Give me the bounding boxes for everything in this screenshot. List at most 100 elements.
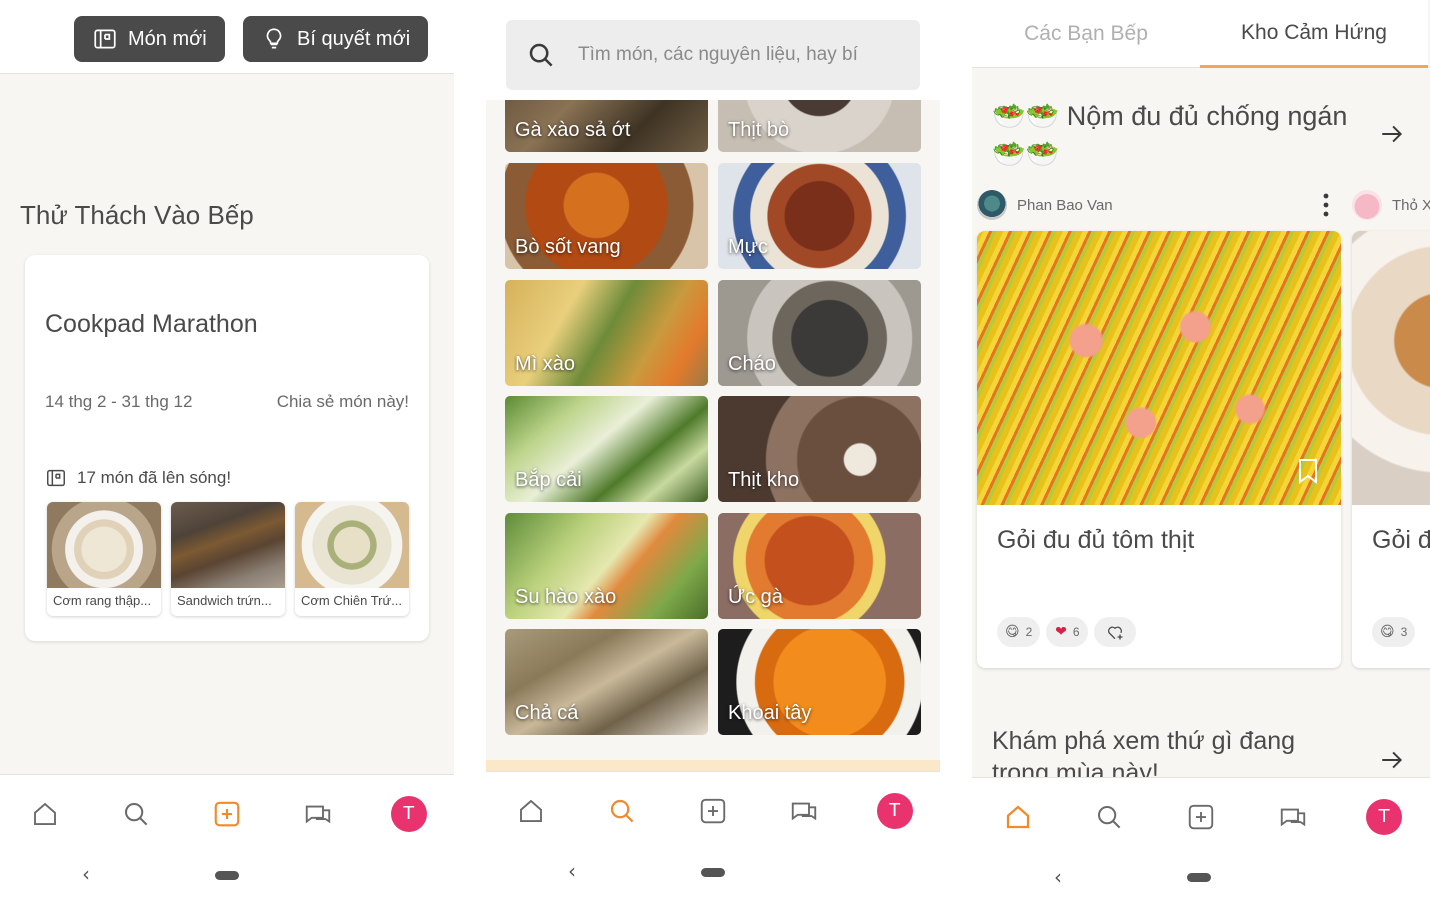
tile-label: Bò sốt vang	[515, 236, 621, 258]
back-icon[interactable]: ‹	[1054, 865, 1062, 889]
profile-tab[interactable]: T	[871, 787, 919, 835]
tile-label: Thịt bò	[728, 119, 790, 141]
bottom-nav: T	[0, 774, 454, 852]
author-name: Phan Bao Van	[1017, 196, 1113, 214]
egg-fried-rice-photo	[295, 502, 409, 588]
home-icon	[1006, 805, 1029, 828]
bottom-nav: T	[486, 771, 940, 849]
create-tab[interactable]	[203, 790, 251, 838]
arrow-right-icon[interactable]	[1379, 121, 1405, 147]
ingredient-tile[interactable]: Ức gà	[718, 513, 921, 619]
thumbnail-list: Cơm rang thập... Sandwich trứn... Cơm Ch…	[47, 502, 409, 616]
recipe-card[interactable]: Gỏi đu đủ tôm thịt 😋 2 ❤ 6	[977, 231, 1341, 668]
ingredient-tile[interactable]: Su hào xào	[505, 513, 708, 619]
tile-label: Bắp cải	[515, 469, 582, 491]
yum-icon: 😋	[1005, 624, 1020, 640]
ingredient-tile[interactable]: Chả cá	[505, 629, 708, 735]
reaction-bar: 😋 3	[1372, 617, 1416, 647]
home-tab[interactable]	[507, 787, 555, 835]
recipe-thumbnail[interactable]: Sandwich trứn...	[171, 502, 285, 616]
tile-label: Cháo	[728, 353, 776, 375]
chat-tab[interactable]	[1269, 793, 1317, 841]
thumbnail-caption: Sandwich trứn...	[177, 593, 272, 608]
recipe-book-icon	[94, 29, 116, 49]
author-name: Thỏ X	[1392, 196, 1430, 214]
tile-label: Thịt kho	[728, 469, 800, 491]
new-tip-label: Bí quyết mới	[297, 27, 411, 50]
challenge-card[interactable]: Cookpad Marathon 14 thg 2 - 31 thg 12 Ch…	[25, 255, 429, 641]
search-input[interactable]	[578, 44, 898, 66]
system-nav-bar: ‹	[0, 852, 454, 909]
recipe-count-label: 17 món đã lên sóng!	[77, 468, 232, 487]
thumbnail-caption: Cơm rang thập...	[53, 593, 152, 608]
collection-heading: 🥗🥗 Nộm đu đủ chống ngán 🥗🥗	[992, 101, 1348, 169]
search-tab[interactable]	[1085, 793, 1133, 841]
search-icon	[611, 799, 634, 822]
chat-tab[interactable]	[294, 790, 342, 838]
add-reaction-button[interactable]	[1094, 617, 1137, 647]
challenge-date: 14 thg 2 - 31 thg 12	[45, 392, 193, 411]
chat-icon	[305, 805, 330, 823]
recipe-card[interactable]: Gỏi đ 😋 3	[1352, 231, 1430, 668]
challenge-title: Cookpad Marathon	[45, 310, 258, 338]
avatar: T	[876, 792, 913, 829]
lightbulb-icon	[266, 28, 282, 49]
recipe-thumbnail[interactable]: Cơm Chiên Trứ...	[295, 502, 409, 616]
avatar: T	[1366, 798, 1403, 835]
tile-label: Mực	[728, 236, 769, 258]
arrow-right-icon[interactable]	[1379, 747, 1405, 773]
back-icon[interactable]: ‹	[82, 862, 90, 886]
search-box[interactable]	[506, 20, 920, 90]
screen-challenge: Món mới Bí quyết mới Thử Thách Vào Bếp C…	[0, 0, 454, 909]
ingredient-tile[interactable]: Bò sốt vang	[505, 163, 708, 269]
salad-photo	[1352, 231, 1430, 505]
home-pill[interactable]	[1187, 873, 1211, 882]
create-tab[interactable]	[1177, 793, 1225, 841]
plus-square-icon	[700, 798, 726, 823]
search-tab[interactable]	[598, 787, 646, 835]
ingredient-tile[interactable]: Mì xào	[505, 280, 708, 386]
tab-friends[interactable]: Các Bạn Bếp	[972, 0, 1200, 68]
home-pill[interactable]	[701, 868, 725, 877]
ingredient-tile[interactable]: Bắp cải	[505, 396, 708, 502]
tile-label: Ức gà	[728, 586, 783, 608]
reaction-bar: 😋 2 ❤ 6	[997, 617, 1137, 647]
thumbnail-caption: Cơm Chiên Trứ...	[301, 593, 403, 608]
ingredient-tile[interactable]: Mực	[718, 163, 921, 269]
chat-icon	[1280, 808, 1305, 826]
home-tab[interactable]	[21, 790, 69, 838]
search-tab[interactable]	[112, 790, 160, 838]
system-nav-bar: ‹	[486, 849, 940, 909]
ingredient-tile[interactable]: Cháo	[718, 280, 921, 386]
screen-search: Gà xào sả ớt Thịt bò Bò sốt vang Mực Mì …	[486, 0, 940, 909]
profile-tab[interactable]: T	[1360, 793, 1408, 841]
new-recipe-button[interactable]: Món mới	[74, 16, 225, 62]
reaction-yum[interactable]: 😋 2	[997, 617, 1041, 647]
create-tab[interactable]	[689, 787, 737, 835]
home-pill[interactable]	[215, 871, 239, 880]
chat-tab[interactable]	[780, 787, 828, 835]
share-link[interactable]: Chia sẻ món này!	[277, 392, 409, 412]
search-icon	[125, 802, 148, 825]
tile-label: Khoai tây	[728, 702, 812, 724]
author-row[interactable]: Phan Bao Van	[977, 190, 1113, 220]
recipe-title: Gỏi đ	[1372, 526, 1430, 554]
home-tab[interactable]	[994, 793, 1042, 841]
reaction-count: 3	[1400, 625, 1408, 639]
profile-tab[interactable]: T	[385, 790, 433, 838]
new-tip-button[interactable]: Bí quyết mới	[243, 16, 429, 62]
tab-inspiration[interactable]: Kho Cảm Hứng	[1200, 0, 1428, 68]
recipe-thumbnail[interactable]: Cơm rang thập...	[47, 502, 161, 616]
bookmark-icon[interactable]	[1297, 458, 1319, 484]
heart-plus-icon	[1108, 626, 1123, 640]
search-header	[486, 0, 940, 100]
screen-inspiration: Các Bạn Bếp Kho Cảm Hứng 🥗🥗 Nộm đu đủ ch…	[972, 0, 1430, 909]
section-title: Thử Thách Vào Bếp	[20, 200, 254, 230]
ingredient-tile[interactable]: Khoai tây	[718, 629, 921, 735]
back-icon[interactable]: ‹	[568, 859, 576, 883]
reaction-yum[interactable]: 😋 3	[1372, 617, 1416, 647]
more-options-icon[interactable]	[1322, 192, 1330, 218]
author-row[interactable]: Thỏ X	[1352, 190, 1430, 220]
reaction-heart[interactable]: ❤ 6	[1046, 617, 1089, 647]
ingredient-tile[interactable]: Thịt kho	[718, 396, 921, 502]
